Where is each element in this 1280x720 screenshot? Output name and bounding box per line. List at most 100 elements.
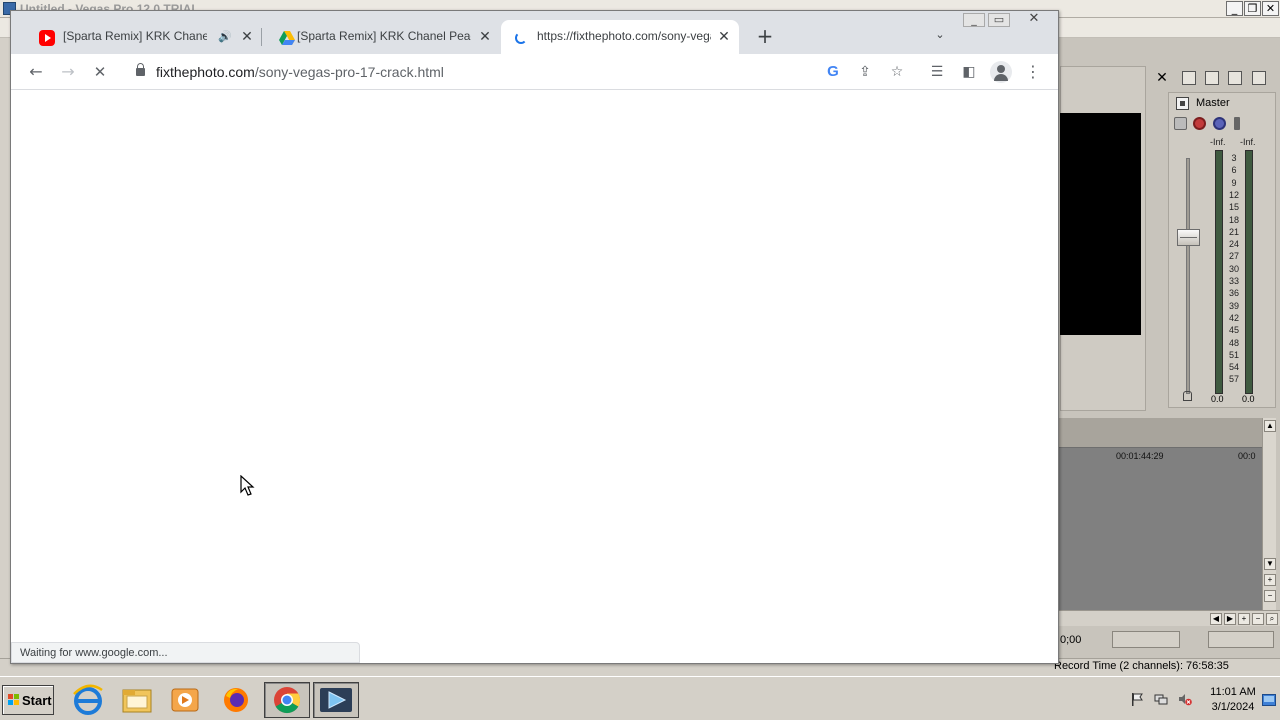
show-desktop-icon[interactable]: [1262, 694, 1276, 708]
mixer-view-icon[interactable]: [1252, 71, 1266, 85]
tab-search-icon[interactable]: ⌄: [931, 28, 949, 44]
selection-length-field[interactable]: [1208, 631, 1274, 648]
close-tab-icon[interactable]: ✕: [716, 29, 732, 45]
clock-date[interactable]: 3/1/2024: [1208, 701, 1258, 713]
audio-playing-icon[interactable]: 🔊: [217, 29, 233, 45]
windows-logo-icon: [8, 694, 20, 706]
mute-icon[interactable]: [1213, 117, 1226, 130]
close-tab-icon[interactable]: ✕: [239, 29, 255, 45]
meter-tick-label: 45: [1228, 325, 1239, 336]
lock-icon[interactable]: [136, 63, 145, 76]
internet-explorer-icon[interactable]: [71, 684, 105, 716]
mixer-downmix-icon[interactable]: [1228, 71, 1242, 85]
zoom-tool-icon[interactable]: ⌕: [1266, 613, 1278, 625]
meter-left: [1215, 150, 1223, 394]
solo-icon[interactable]: [1234, 117, 1240, 130]
tab-google-drive[interactable]: [Sparta Remix] KRK Chanel Peach Sparta ✕: [265, 20, 501, 54]
timeline-ruler[interactable]: [1058, 418, 1264, 448]
clock-time[interactable]: 11:01 AM: [1208, 686, 1258, 698]
scroll-right-icon[interactable]: ▶: [1224, 613, 1236, 625]
network-icon[interactable]: [1154, 692, 1168, 706]
zoom-in-h-icon[interactable]: +: [1238, 613, 1250, 625]
master-fader-track[interactable]: [1186, 158, 1190, 394]
scroll-down-icon[interactable]: ▼: [1264, 558, 1276, 570]
meter-tick-label: 3: [1231, 153, 1237, 163]
url-host: fixthephoto.com: [156, 64, 255, 80]
master-bus-icon: [1176, 97, 1189, 110]
action-center-flag-icon[interactable]: [1130, 692, 1144, 706]
start-button[interactable]: Start: [2, 685, 54, 715]
vegas-restore-button[interactable]: ❐: [1244, 1, 1261, 16]
stop-loading-button[interactable]: ✕: [89, 61, 111, 83]
meter-tick-label: 21: [1228, 226, 1239, 237]
close-window-button[interactable]: ✕: [1014, 12, 1054, 27]
google-lens-icon[interactable]: G: [824, 63, 842, 81]
meter-tick-label: 24: [1228, 239, 1239, 250]
forward-button[interactable]: →: [57, 61, 79, 83]
mouse-cursor-icon: [240, 475, 255, 496]
master-fader-handle[interactable]: [1177, 229, 1200, 246]
media-player-icon[interactable]: [168, 684, 202, 716]
mixer-narrow-icon[interactable]: [1205, 71, 1219, 85]
minimize-button[interactable]: _: [963, 13, 985, 27]
share-icon[interactable]: ⇪: [856, 63, 874, 81]
vegas-task-button[interactable]: [313, 682, 359, 718]
address-bar[interactable]: fixthephoto.com/sony-vegas-pro-17-crack.…: [123, 57, 913, 87]
loading-spinner-icon: [515, 32, 527, 44]
url-text[interactable]: fixthephoto.com/sony-vegas-pro-17-crack.…: [156, 64, 444, 80]
meter-tick-label: 27: [1228, 251, 1239, 262]
vegas-close-button[interactable]: ✕: [1262, 1, 1279, 16]
timeline-marker-time: 00:01:44:29: [1116, 451, 1164, 461]
scroll-left-icon[interactable]: ◀: [1210, 613, 1222, 625]
peak-right-label: -Inf.: [1240, 137, 1256, 147]
close-tab-icon[interactable]: ✕: [477, 29, 493, 45]
peak-left-label: -Inf.: [1210, 137, 1226, 147]
zoom-out-icon[interactable]: −: [1264, 590, 1276, 602]
google-drive-icon: [279, 30, 295, 46]
maximize-button[interactable]: ▭: [988, 13, 1010, 27]
new-tab-button[interactable]: +: [754, 25, 776, 47]
taskbar: Start 11:01 AM 3/1/2024: [0, 676, 1280, 720]
bookmark-star-icon[interactable]: ☆: [888, 63, 906, 81]
tab-youtube[interactable]: [Sparta Remix] KRK Chanel Peach 🔊 ✕: [25, 20, 261, 54]
meter-tick-label: 9: [1231, 177, 1237, 188]
zoom-in-icon[interactable]: +: [1264, 574, 1276, 586]
firefox-icon[interactable]: [219, 684, 253, 716]
master-fx-icon[interactable]: [1193, 117, 1206, 130]
page-content[interactable]: [11, 91, 1058, 663]
timeline-vertical-scrollbar[interactable]: ▲ ▼ + −: [1262, 418, 1276, 610]
vegas-minimize-button[interactable]: _: [1226, 1, 1243, 16]
file-explorer-icon[interactable]: [120, 684, 154, 716]
tab-fixthephoto[interactable]: https://fixthephoto.com/sony-vegas-pro-1…: [501, 20, 739, 54]
mixer-properties-icon[interactable]: [1182, 71, 1196, 85]
meter-value-left: 0.0: [1211, 394, 1224, 404]
scroll-up-icon[interactable]: ▲: [1264, 420, 1276, 432]
selection-start-field[interactable]: [1112, 631, 1180, 648]
meter-tick-label: 42: [1228, 312, 1239, 323]
system-tray: 11:01 AM 3/1/2024: [1120, 683, 1278, 717]
back-button[interactable]: ←: [25, 61, 47, 83]
close-panel-icon[interactable]: ✕: [1155, 71, 1169, 85]
meter-tick-label: 18: [1228, 214, 1239, 225]
chrome-task-button[interactable]: [264, 682, 310, 718]
tab-title: https://fixthephoto.com/sony-vegas-pro-1…: [537, 29, 711, 43]
menu-kebab-icon[interactable]: ⋮: [1022, 61, 1044, 83]
timeline-horizontal-scrollbar[interactable]: ◀ ▶ + − ⌕: [1058, 610, 1280, 626]
profile-icon[interactable]: [990, 61, 1012, 83]
meter-tick-label: 51: [1228, 349, 1239, 360]
tab-strip: [Sparta Remix] KRK Chanel Peach 🔊 ✕ [Spa…: [11, 11, 1058, 54]
reading-list-icon[interactable]: ☰: [926, 61, 948, 83]
record-time-label: Record Time (2 channels): 76:58:35: [1054, 660, 1229, 672]
side-panel-icon[interactable]: ◧: [958, 61, 980, 83]
status-bubble: Waiting for www.google.com...: [11, 642, 360, 663]
zoom-out-h-icon[interactable]: −: [1252, 613, 1264, 625]
meter-tick-label: 30: [1228, 263, 1239, 274]
video-preview-screen: [1060, 113, 1141, 335]
volume-muted-icon[interactable]: [1178, 692, 1192, 706]
fader-lock-icon[interactable]: [1183, 391, 1192, 401]
bus-insert-icon[interactable]: [1174, 117, 1187, 130]
meter-tick-label: 48: [1228, 337, 1239, 348]
timeline-marker-time-2: 00:0: [1238, 451, 1256, 461]
meter-tick-label: 33: [1228, 276, 1239, 286]
meter-tick-label: 39: [1228, 300, 1239, 311]
